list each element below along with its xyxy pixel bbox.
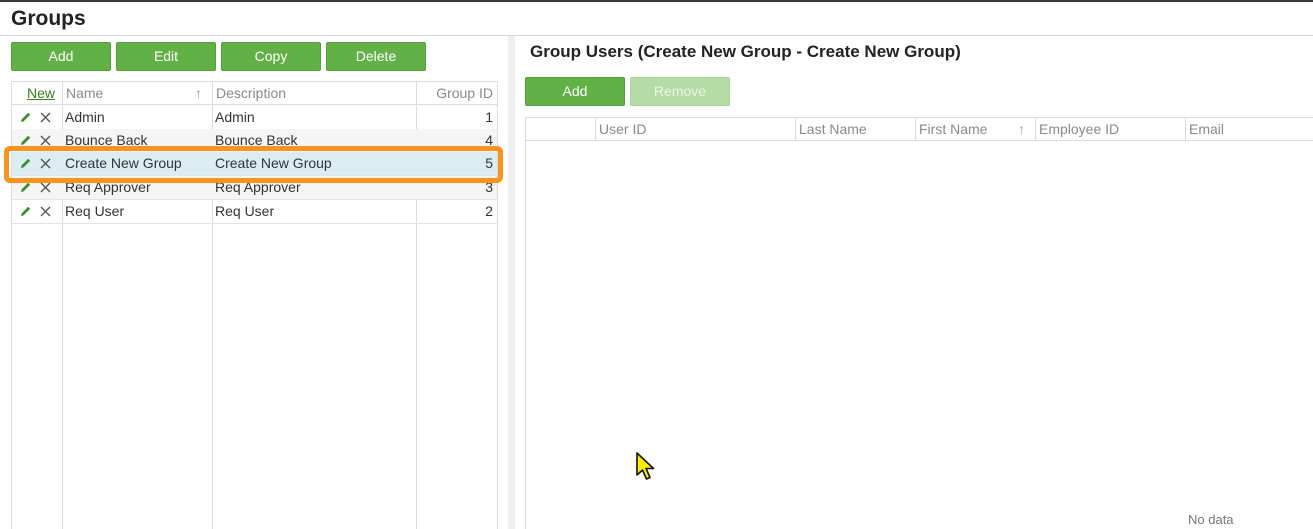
new-group-link[interactable]: New [24, 82, 55, 105]
column-header-email[interactable]: Email [1186, 118, 1224, 141]
add-user-button[interactable]: Add [525, 77, 625, 106]
edit-pencil-icon[interactable] [19, 110, 33, 124]
page-header: Groups [0, 2, 1313, 36]
edit-pencil-icon[interactable] [19, 133, 33, 147]
empty-state-text: No data [1188, 512, 1234, 527]
group-users-title: Group Users (Create New Group - Create N… [530, 42, 961, 61]
delete-x-icon[interactable] [38, 110, 52, 124]
mouse-pointer-icon [636, 452, 655, 480]
group-id-cell: 2 [485, 203, 493, 219]
group-id-cell: 4 [485, 132, 493, 148]
column-header-user-id[interactable]: User ID [596, 118, 646, 141]
group-name-cell: Bounce Back [65, 132, 148, 148]
edit-group-button[interactable]: Edit [116, 42, 216, 71]
column-header-description[interactable]: Description [213, 82, 286, 105]
column-divider [595, 118, 596, 141]
group-name-cell: Create New Group [65, 155, 182, 171]
column-header-group-id[interactable]: Group ID [418, 82, 497, 105]
group-description-cell: Admin [215, 109, 255, 125]
group-id-cell: 5 [485, 155, 493, 171]
column-divider [795, 118, 796, 141]
delete-group-button[interactable]: Delete [326, 42, 426, 71]
table-row[interactable]: Bounce Back Bounce Back 4 [12, 129, 497, 153]
add-group-button[interactable]: Add [11, 42, 111, 71]
column-divider [1185, 118, 1186, 141]
group-description-cell: Req User [215, 203, 275, 219]
groups-grid: New Name ↑ Description Group ID Admin Ad… [11, 81, 498, 529]
delete-x-icon[interactable] [38, 204, 52, 218]
edit-pencil-icon[interactable] [19, 180, 33, 194]
delete-x-icon[interactable] [38, 180, 52, 194]
group-description-cell: Bounce Back [215, 132, 298, 148]
group-name-cell: Req User [65, 203, 125, 219]
table-row-selected[interactable]: Create New Group Create New Group 5 [12, 152, 497, 176]
column-divider [915, 118, 916, 141]
column-header-last-name[interactable]: Last Name [796, 118, 867, 141]
delete-x-icon[interactable] [38, 133, 52, 147]
group-description-cell: Create New Group [215, 155, 332, 171]
delete-x-icon[interactable] [38, 156, 52, 170]
group-users-grid-header: User ID Last Name First Name ↑ Employee … [526, 118, 1313, 141]
column-header-name[interactable]: Name [63, 82, 103, 105]
group-id-cell: 1 [485, 109, 493, 125]
column-divider [1035, 118, 1036, 141]
group-description-cell: Req Approver [215, 179, 301, 195]
group-id-cell: 3 [485, 179, 493, 195]
edit-pencil-icon[interactable] [19, 204, 33, 218]
groups-grid-header: New Name ↑ Description Group ID [12, 82, 497, 105]
group-name-cell: Admin [65, 109, 105, 125]
table-row[interactable]: Req User Req User 2 [12, 200, 497, 224]
column-header-employee-id[interactable]: Employee ID [1036, 118, 1119, 141]
copy-group-button[interactable]: Copy [221, 42, 321, 71]
sort-ascending-icon[interactable]: ↑ [1018, 118, 1025, 141]
column-header-first-name[interactable]: First Name [916, 118, 987, 141]
sort-ascending-icon[interactable]: ↑ [195, 82, 202, 105]
table-row[interactable]: Req Approver Req Approver 3 [12, 176, 497, 200]
remove-user-button[interactable]: Remove [630, 77, 730, 106]
page-title: Groups [11, 7, 86, 30]
group-name-cell: Req Approver [65, 179, 151, 195]
table-row[interactable]: Admin Admin 1 [12, 106, 497, 130]
panel-splitter[interactable] [508, 36, 515, 529]
edit-pencil-icon[interactable] [19, 156, 33, 170]
